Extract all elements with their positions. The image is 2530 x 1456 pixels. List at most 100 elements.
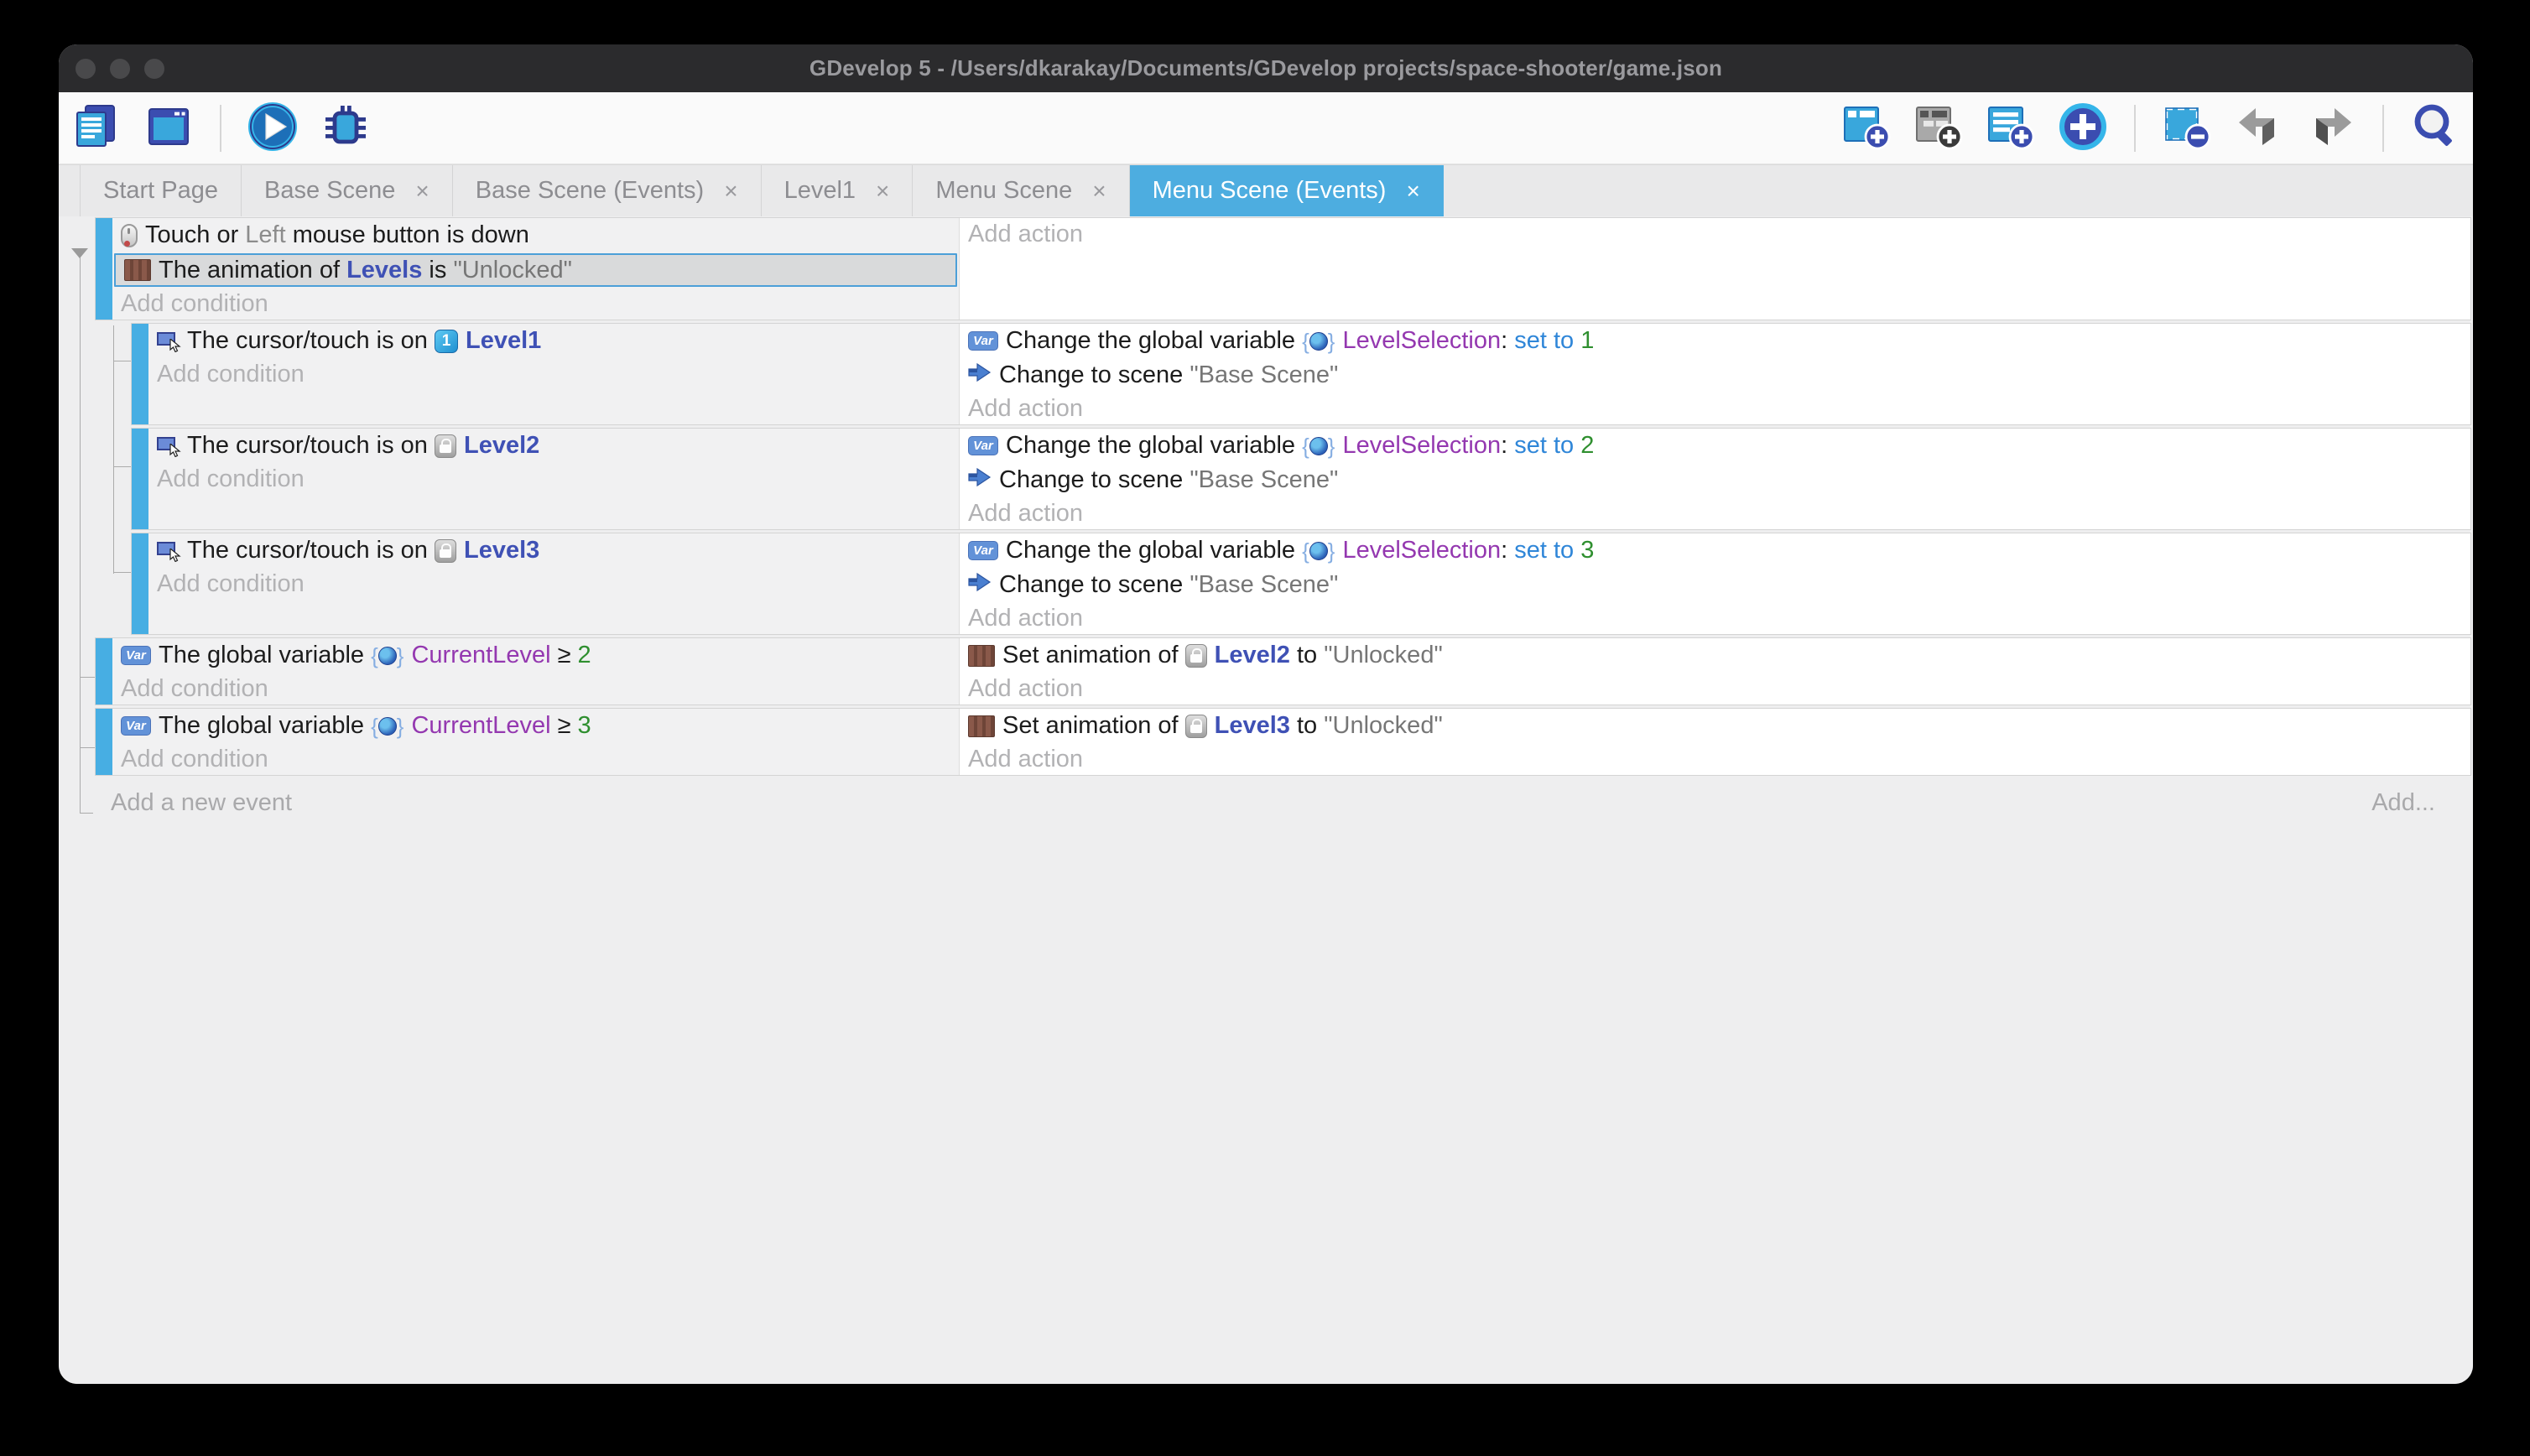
action-text-segment: "Base Scene": [1190, 571, 1338, 599]
add-action-button[interactable]: Add action: [960, 497, 2470, 529]
add-condition-button[interactable]: Add condition: [148, 463, 959, 495]
tab-close-icon[interactable]: ×: [415, 179, 429, 203]
tab-close-icon[interactable]: ×: [724, 179, 737, 203]
tab-base-scene-events[interactable]: Base Scene (Events) ×: [453, 165, 762, 216]
redo-button[interactable]: [2305, 102, 2357, 154]
action-row[interactable]: VarChange the global variable {}LevelSel…: [960, 429, 2470, 463]
action-text-segment: :: [1501, 327, 1514, 355]
action-row[interactable]: Set animation of Level3 to "Unlocked": [960, 709, 2470, 743]
global-variable-icon: {}: [1302, 435, 1335, 457]
condition-text-segment: Add condition: [157, 465, 305, 493]
actions-pane: Set animation of Level2 to "Unlocked"Add…: [959, 638, 2470, 705]
var-icon: Var: [968, 436, 998, 455]
undo-icon: [2234, 103, 2284, 153]
scene-list-icon: [144, 102, 193, 153]
play-preview-icon: [247, 101, 298, 154]
event-handle-bar[interactable]: [96, 709, 112, 775]
condition-row[interactable]: Touch or Left mouse button is down: [112, 218, 959, 252]
var-icon: Var: [968, 331, 998, 351]
tab-base-scene[interactable]: Base Scene×: [242, 165, 453, 216]
condition-text-segment: Add condition: [157, 570, 305, 598]
condition-text-segment: ≥: [551, 642, 578, 669]
tab-menu-scene-events[interactable]: Menu Scene (Events)×: [1130, 165, 1444, 216]
event: VarThe global variable {}CurrentLevel ≥ …: [95, 708, 2471, 776]
toolbar-left-group: [70, 102, 371, 154]
add-condition-button[interactable]: Add condition: [112, 673, 959, 705]
add-action-button[interactable]: Add action: [960, 673, 2470, 705]
action-row[interactable]: VarChange the global variable {}LevelSel…: [960, 533, 2470, 568]
add-more-button[interactable]: Add...: [2371, 789, 2435, 817]
condition-row[interactable]: VarThe global variable {}CurrentLevel ≥ …: [112, 638, 959, 673]
conditions-pane: VarThe global variable {}CurrentLevel ≥ …: [112, 638, 959, 705]
action-text-segment: 1: [1580, 327, 1594, 355]
undo-button[interactable]: [2233, 102, 2285, 154]
add-other-event-button[interactable]: [2057, 102, 2109, 154]
action-row[interactable]: VarChange the global variable {}LevelSel…: [960, 324, 2470, 358]
add-condition-button[interactable]: Add condition: [148, 358, 959, 390]
debug-button[interactable]: [319, 102, 371, 154]
tab-close-icon[interactable]: ×: [1406, 179, 1419, 203]
tab-bar: Start PageBase Scene×Base Scene (Events)…: [59, 164, 2473, 216]
tab-start-page[interactable]: Start Page: [80, 165, 242, 216]
tab-label: Base Scene (Events): [476, 177, 704, 205]
action-text-segment: 3: [1580, 537, 1594, 564]
condition-row[interactable]: VarThe global variable {}CurrentLevel ≥ …: [112, 709, 959, 743]
gdevelop-window: GDevelop 5 - /Users/dkarakay/Documents/G…: [59, 44, 2473, 1384]
condition-text-segment: Left: [245, 221, 285, 249]
action-text-segment: Change to scene: [999, 466, 1190, 494]
add-action-button[interactable]: Add action: [960, 218, 2470, 250]
condition-text-segment: The global variable: [159, 642, 371, 669]
event: The cursor/touch is on 1Level1Add condit…: [131, 323, 2471, 425]
action-row[interactable]: Change to scene "Base Scene": [960, 568, 2470, 602]
event-handle-bar[interactable]: [96, 218, 112, 320]
events-list: Touch or Left mouse button is downThe an…: [59, 216, 2473, 776]
add-event-button[interactable]: [1840, 102, 1892, 154]
condition-text-segment: "Unlocked": [453, 257, 572, 284]
add-subevent-button[interactable]: [1913, 102, 1965, 154]
cursor-icon: [157, 332, 180, 350]
tab-close-icon[interactable]: ×: [1092, 179, 1106, 203]
event: VarThe global variable {}CurrentLevel ≥ …: [95, 637, 2471, 705]
event: The cursor/touch is on Level3Add conditi…: [131, 533, 2471, 635]
add-action-button[interactable]: Add action: [960, 743, 2470, 775]
play-preview-button[interactable]: [247, 102, 299, 154]
condition-text-segment: The global variable: [159, 712, 371, 740]
action-text-segment: Change the global variable: [1006, 537, 1302, 564]
add-action-button[interactable]: Add action: [960, 602, 2470, 634]
add-condition-button[interactable]: Add condition: [112, 743, 959, 775]
event-handle-bar[interactable]: [132, 533, 148, 634]
event-handle-bar[interactable]: [132, 324, 148, 424]
collapse-triangle[interactable]: [71, 248, 88, 258]
tab-menu-scene[interactable]: Menu Scene×: [913, 165, 1129, 216]
tab-level1[interactable]: Level1×: [762, 165, 914, 216]
event-handle-bar[interactable]: [96, 638, 112, 705]
condition-row[interactable]: The animation of Levels is "Unlocked": [114, 253, 957, 287]
add-condition-button[interactable]: Add condition: [112, 288, 959, 320]
add-action-button[interactable]: Add action: [960, 393, 2470, 424]
action-text-segment: Change the global variable: [1006, 327, 1302, 355]
scene-list-button[interactable]: [143, 102, 195, 154]
action-row[interactable]: Set animation of Level2 to "Unlocked": [960, 638, 2470, 673]
tab-close-icon[interactable]: ×: [876, 179, 889, 203]
condition-row[interactable]: The cursor/touch is on Level3: [148, 533, 959, 568]
action-text-segment: 2: [1580, 432, 1594, 460]
redo-icon: [2306, 103, 2356, 153]
delete-selection-button[interactable]: [2161, 102, 2213, 154]
action-text-segment: :: [1501, 537, 1514, 564]
search-button[interactable]: [2409, 102, 2461, 154]
condition-text-segment: The cursor/touch is on: [187, 432, 435, 460]
project-manager-button[interactable]: [70, 102, 122, 154]
add-new-event-button[interactable]: Add a new event: [111, 789, 292, 817]
event-handle-bar[interactable]: [132, 429, 148, 529]
screen: GDevelop 5 - /Users/dkarakay/Documents/G…: [0, 0, 2530, 1456]
condition-text-segment: CurrentLevel: [411, 642, 550, 669]
condition-text-segment: Level3: [464, 537, 539, 564]
add-condition-button[interactable]: Add condition: [148, 568, 959, 600]
add-comment-button[interactable]: [1985, 102, 2037, 154]
condition-row[interactable]: The cursor/touch is on Level2: [148, 429, 959, 463]
action-row[interactable]: Change to scene "Base Scene": [960, 358, 2470, 393]
condition-row[interactable]: The cursor/touch is on 1Level1: [148, 324, 959, 358]
action-row[interactable]: Change to scene "Base Scene": [960, 463, 2470, 497]
action-text-segment: set to: [1514, 432, 1580, 460]
condition-text-segment: Level2: [464, 432, 539, 460]
